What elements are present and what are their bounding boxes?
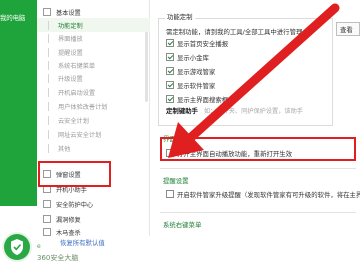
settings-window: { "app": { "title": "我的电脑", "brand_prefi…: [0, 0, 360, 270]
annotation-arrow-icon: [168, 3, 340, 158]
